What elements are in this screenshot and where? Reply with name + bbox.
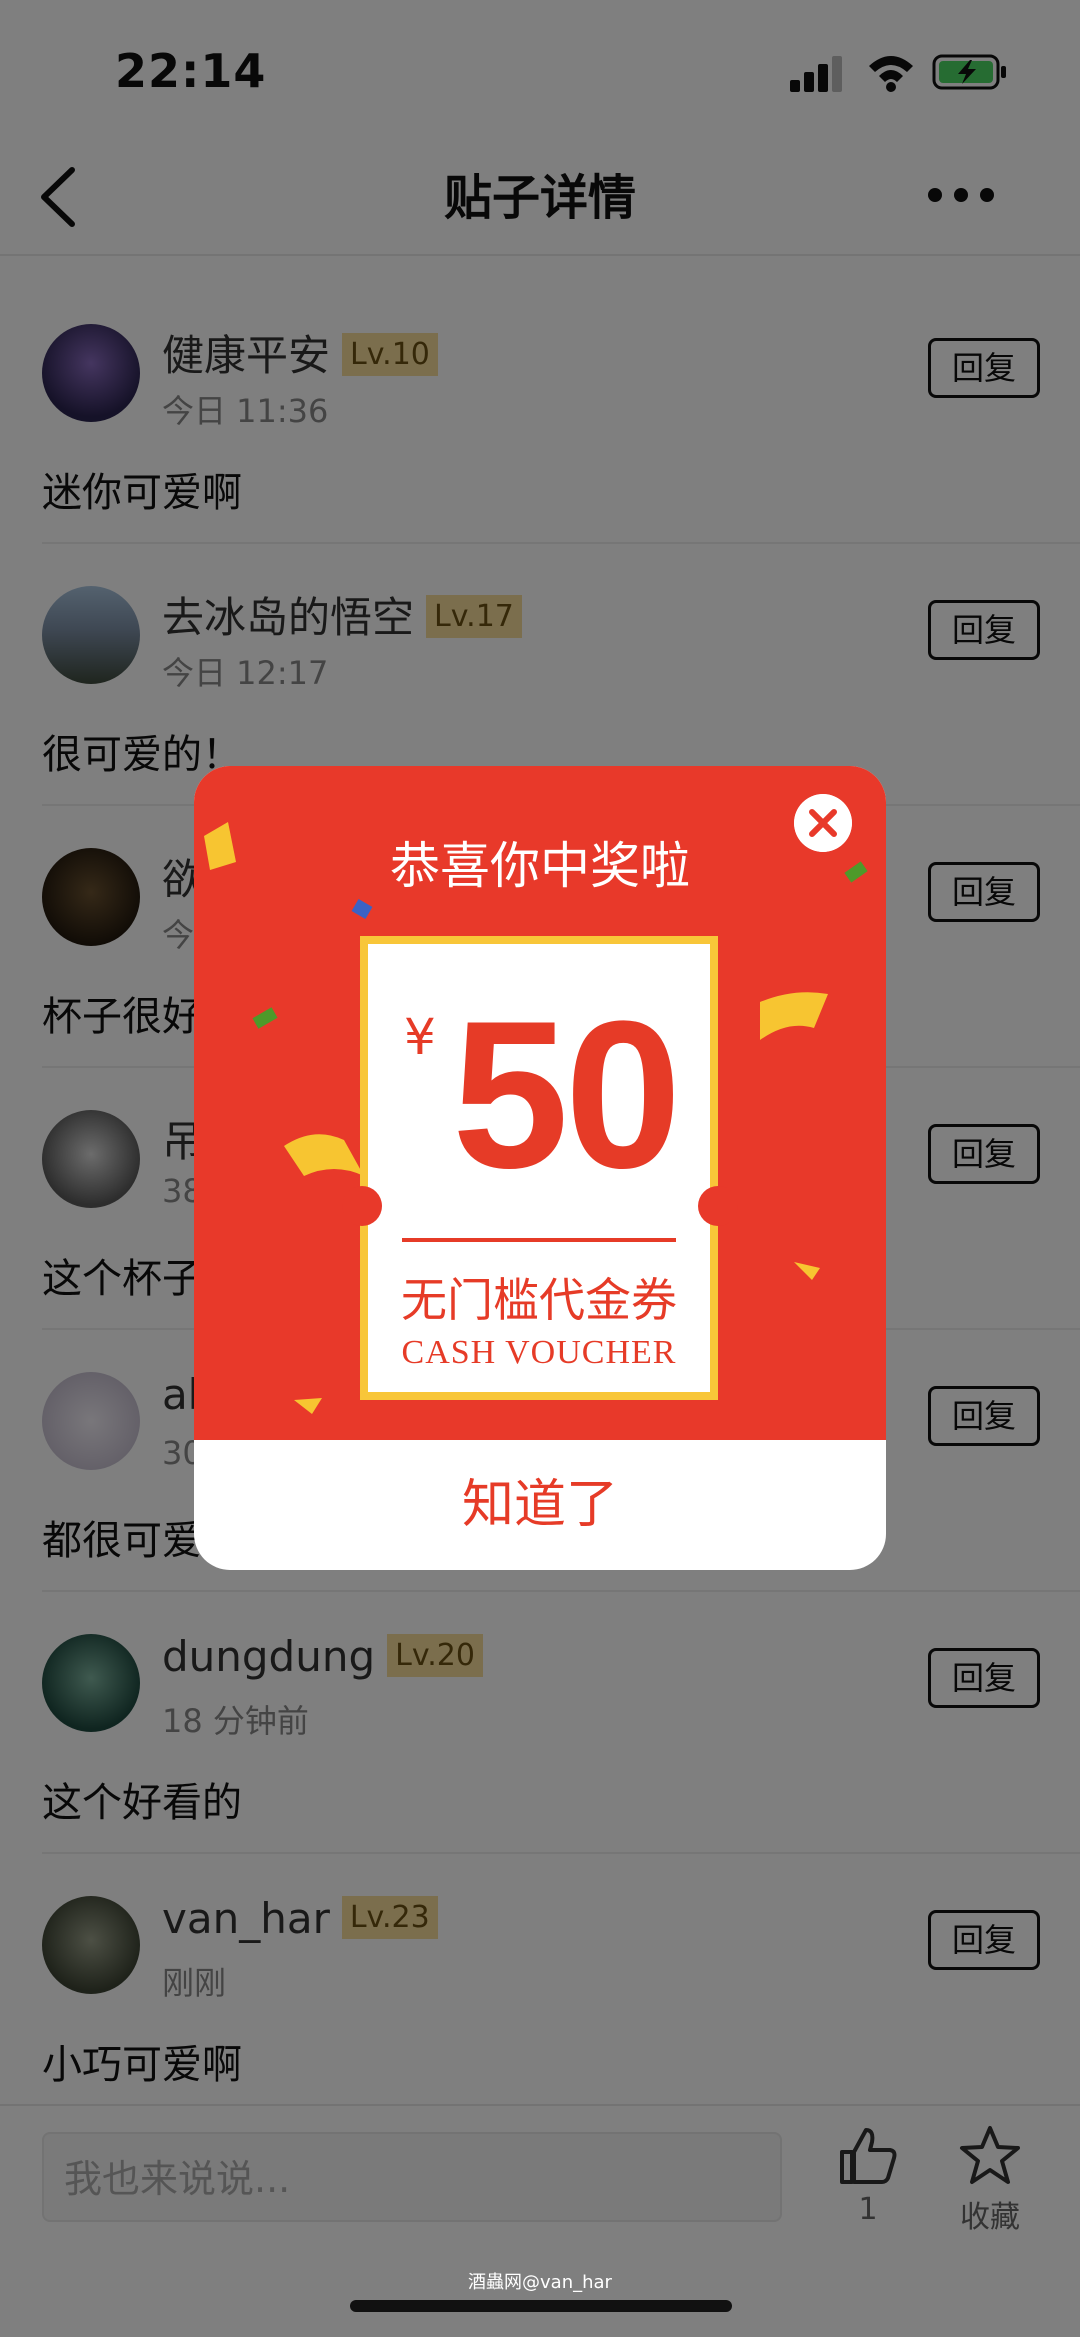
- voucher-english-name: CASH VOUCHER: [401, 1334, 677, 1371]
- modal-title: 恭喜你中奖啦: [390, 837, 690, 895]
- prize-modal: 恭喜你中奖啦 ¥ 50 无门槛代金券 CASH VOUCHER 知道了: [194, 766, 886, 1570]
- voucher-divider: [402, 1238, 676, 1242]
- watermark: 酒蟲网@van_har: [468, 2272, 612, 2293]
- ticket-notch-right: [698, 1186, 738, 1226]
- modal-header: 恭喜你中奖啦 ¥ 50 无门槛代金券 CASH VOUCHER: [194, 766, 886, 1440]
- currency-symbol: ¥: [404, 1008, 436, 1066]
- voucher-amount: 50: [452, 977, 682, 1212]
- home-indicator[interactable]: [350, 2300, 732, 2312]
- ticket-notch-left: [342, 1186, 382, 1226]
- voucher-name: 无门槛代金券: [401, 1273, 677, 1327]
- close-icon[interactable]: [794, 794, 852, 852]
- confirm-button[interactable]: 知道了: [194, 1440, 886, 1570]
- voucher-ticket: ¥ 50 无门槛代金券 CASH VOUCHER: [360, 936, 718, 1400]
